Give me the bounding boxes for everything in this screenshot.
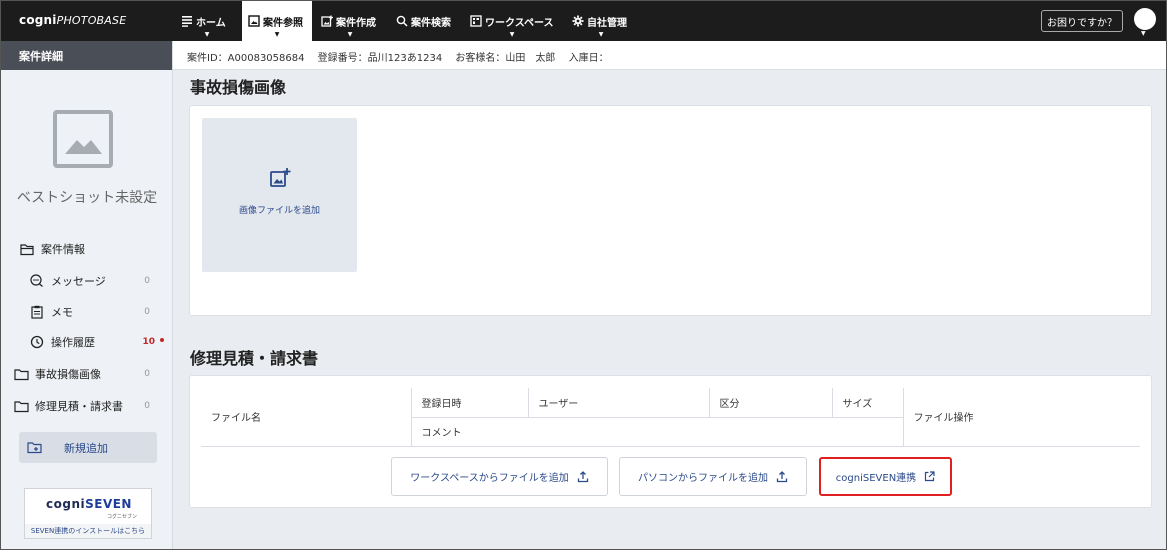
avatar[interactable] — [1134, 8, 1156, 30]
add-image-label: 画像ファイルを追加 — [238, 206, 320, 216]
nav-company-label: 自社管理 — [587, 17, 627, 29]
col-ops: ファイル操作 — [902, 388, 1140, 447]
seven-install-link[interactable]: SEVEN連携のインストールはこちら — [25, 524, 151, 538]
col-comment: コメント — [410, 417, 903, 447]
unread-dot — [160, 338, 164, 342]
logo-sub: PHOTOBASE — [56, 14, 127, 27]
sidebar-item-label: 事故損傷画像 — [35, 368, 101, 381]
chevron-down-icon[interactable]: ▼ — [1141, 30, 1146, 37]
sidebar: 案件詳細 ベストショット未設定 案件情報 メッセージ 0 メモ 0 操作履歴 1… — [1, 41, 173, 549]
upload-icon — [577, 470, 588, 482]
top-nav: cogniPHOTOBASE ホーム ▼ 案件参照 ▼ 案件作成 ▼ 案件検索 … — [1, 1, 1166, 41]
nav-case-search[interactable]: 案件検索 — [396, 1, 452, 41]
logo-cogni: cogni — [46, 497, 86, 511]
nav-case-view[interactable]: 案件参照 ▼ — [242, 1, 312, 41]
sidebar-item-label: 操作履歴 — [51, 336, 95, 349]
help-button[interactable]: お困りですか？ — [1041, 10, 1123, 32]
image-placeholder-icon — [53, 110, 113, 168]
nav-home-label: ホーム — [196, 17, 226, 29]
sidebar-item-accident-images[interactable]: 事故損傷画像 0 — [1, 362, 173, 386]
folder-open-icon — [19, 241, 35, 257]
app-window: cogniPHOTOBASE ホーム ▼ 案件参照 ▼ 案件作成 ▼ 案件検索 … — [0, 0, 1167, 550]
clipboard-icon — [29, 304, 45, 320]
sidebar-item-label: メモ — [51, 306, 73, 319]
case-info-bar: 案件ID：A00083058684 登録番号：品川123あ1234 お客様名：山… — [173, 41, 1166, 70]
folder-add-icon — [27, 441, 42, 454]
entry-date: 入庫日： — [568, 53, 609, 64]
nav-case-search-label: 案件検索 — [411, 17, 451, 29]
search-icon — [396, 15, 408, 27]
col-type: 区分 — [708, 388, 832, 418]
chevron-down-icon: ▼ — [204, 31, 210, 38]
nav-home[interactable]: ホーム ▼ — [181, 1, 233, 41]
accident-images-card: 画像ファイルを追加 — [189, 105, 1152, 316]
logo-seven: SEVEN — [85, 497, 132, 511]
nav-case-view-label: 案件参照 — [263, 17, 303, 29]
col-user: ユーザー — [527, 388, 709, 418]
col-filename: ファイル名 — [201, 388, 411, 447]
cogniseven-link-label: cogniSEVEN連携 — [835, 473, 917, 484]
add-folder-button[interactable]: 新規追加 — [19, 432, 157, 463]
cogniseven-sub: コグニセブン — [106, 514, 137, 520]
logo-main: cogni — [19, 13, 57, 27]
cogniseven-logo: cogniSEVEN — [25, 497, 153, 511]
folder-icon — [13, 366, 29, 382]
repair-section-title: 修理見積・請求書 — [190, 349, 319, 368]
add-from-pc-label: パソコンからファイルを追加 — [638, 473, 768, 484]
sidebar-item-label: 修理見積・請求書 — [35, 400, 123, 413]
sidebar-item-case-info[interactable]: 案件情報 — [1, 237, 173, 261]
chevron-down-icon: ▼ — [274, 31, 280, 38]
image-icon — [248, 15, 260, 27]
nav-workspace[interactable]: ワークスペース ▼ — [470, 1, 554, 41]
chat-icon — [29, 273, 45, 289]
nav-case-create[interactable]: 案件作成 ▼ — [321, 1, 379, 41]
list-icon — [182, 16, 192, 27]
add-folder-label: 新規追加 — [64, 441, 108, 455]
sidebar-item-message[interactable]: メッセージ 0 — [1, 269, 173, 293]
image-add-icon — [270, 168, 291, 187]
col-date: 登録日時 — [410, 388, 528, 418]
nav-case-create-label: 案件作成 — [336, 17, 376, 29]
add-from-workspace-label: ワークスペースからファイルを追加 — [410, 473, 569, 484]
chevron-down-icon: ▼ — [509, 31, 515, 38]
message-count: 0 — [144, 276, 150, 286]
accident-count: 0 — [144, 369, 150, 379]
add-from-workspace-button[interactable]: ワークスペースからファイルを追加 — [391, 457, 608, 496]
repair-docs-card: ファイル名 登録日時 ユーザー 区分 サイズ ファイル操作 コメント ワークスペ… — [189, 375, 1152, 508]
customer-name: お客様名：山田 太郎 — [455, 53, 556, 64]
add-image-tile[interactable]: 画像ファイルを追加 — [202, 118, 357, 272]
history-count: 10 — [142, 337, 155, 347]
memo-count: 0 — [144, 307, 150, 317]
accident-section-title: 事故損傷画像 — [190, 78, 287, 97]
gear-icon — [572, 15, 584, 27]
external-link-icon — [925, 471, 935, 482]
registration-number: 登録番号：品川123あ1234 — [317, 53, 443, 64]
sidebar-item-memo[interactable]: メモ 0 — [1, 300, 173, 324]
workspace-icon — [470, 15, 482, 27]
bestshot-label: ベストショット未設定 — [16, 190, 158, 206]
history-icon — [29, 334, 45, 350]
chevron-down-icon: ▼ — [347, 31, 353, 38]
folder-icon — [13, 398, 29, 414]
repair-count: 0 — [144, 401, 150, 411]
chevron-down-icon: ▼ — [598, 31, 604, 38]
add-from-pc-button[interactable]: パソコンからファイルを追加 — [619, 457, 807, 496]
sidebar-header: 案件詳細 — [1, 41, 172, 70]
bestshot-panel[interactable]: ベストショット未設定 — [1, 70, 173, 265]
app-logo[interactable]: cogniPHOTOBASE — [19, 13, 126, 27]
sidebar-item-label: 案件情報 — [41, 243, 85, 256]
case-id: 案件ID：A00083058684 — [187, 53, 305, 64]
cogniseven-banner[interactable]: cogniSEVEN コグニセブン SEVEN連携のインストールはこちら — [24, 488, 152, 539]
cogniseven-link-button[interactable]: cogniSEVEN連携 — [819, 457, 952, 496]
sidebar-item-history[interactable]: 操作履歴 10 — [1, 330, 173, 354]
repair-table: ファイル名 登録日時 ユーザー 区分 サイズ ファイル操作 コメント — [201, 388, 1140, 447]
image-add-icon — [321, 15, 333, 27]
table-header-row: ファイル名 登録日時 ユーザー 区分 サイズ ファイル操作 — [201, 388, 1140, 447]
col-size: サイズ — [831, 388, 903, 418]
nav-workspace-label: ワークスペース — [485, 17, 554, 29]
sidebar-item-repair-docs[interactable]: 修理見積・請求書 0 — [1, 394, 173, 418]
upload-icon — [776, 470, 788, 482]
sidebar-item-label: メッセージ — [51, 275, 106, 288]
nav-company[interactable]: 自社管理 ▼ — [572, 1, 630, 41]
